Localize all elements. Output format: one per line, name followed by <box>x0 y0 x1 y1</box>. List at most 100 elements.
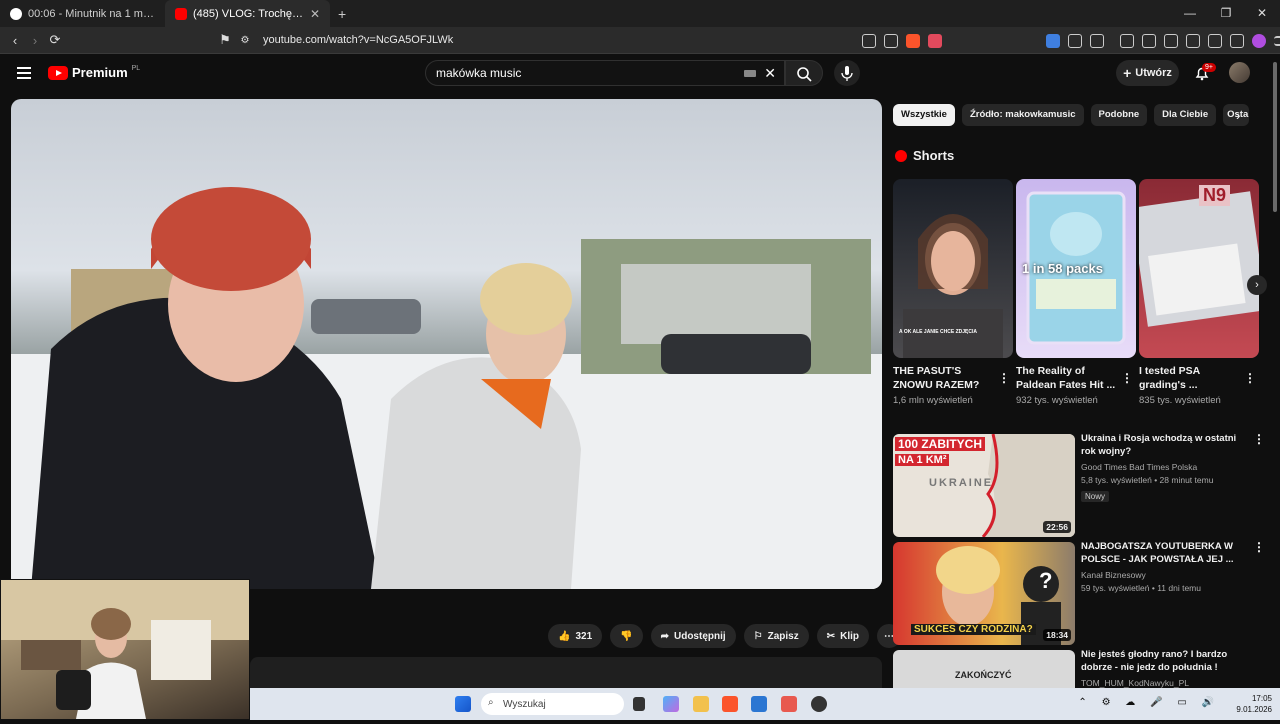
brave-browser-icon[interactable] <box>722 696 738 712</box>
reload-icon[interactable]: ⟳ <box>45 32 65 48</box>
tab-timer[interactable]: 00:06 - Minutnik na 1 minuta <box>0 0 165 27</box>
guide-menu-icon[interactable] <box>17 67 31 79</box>
store-icon[interactable] <box>751 696 767 712</box>
notification-count-badge: 9+ <box>1202 63 1216 72</box>
puzzle-icon[interactable] <box>1068 33 1082 48</box>
short-item[interactable]: N9 I tested PSA grading's ... 835 tys. w… <box>1139 179 1259 406</box>
system-tray[interactable]: ⌃ ⚙ ☁ 🎤 ▭ 🔊 <box>1078 697 1220 708</box>
dislike-button[interactable]: 👎 <box>610 624 643 648</box>
video-player[interactable] <box>11 99 882 589</box>
cast-icon[interactable] <box>862 33 876 48</box>
short-title[interactable]: The Reality of Paldean Fates Hit ... <box>1016 364 1136 392</box>
menu-icon[interactable] <box>1274 35 1280 46</box>
video-channel[interactable]: Kanał Biznesowy <box>1081 569 1251 581</box>
create-button[interactable]: + Utwórz <box>1116 60 1179 86</box>
screenshot-icon[interactable] <box>1090 33 1104 48</box>
file-explorer-icon[interactable] <box>693 696 709 712</box>
page-scrollbar[interactable] <box>1270 54 1280 688</box>
short-title[interactable]: THE PASUT'S ZNOWU RAZEM? <box>893 364 1013 392</box>
site-info-icon[interactable]: ⚙ <box>235 35 255 46</box>
short-thumbnail[interactable]: A OK ALE JANIE CHCE ZDJĘCIA <box>893 179 1013 358</box>
scissors-icon: ✂ <box>826 630 836 642</box>
music-icon[interactable] <box>1142 33 1156 48</box>
video-title[interactable]: Ukraina i Rosja wchodzą w ostatni rok wo… <box>1081 432 1251 458</box>
close-tab-icon[interactable]: ✕ <box>310 7 320 21</box>
video-thumbnail[interactable]: ZAKOŃCZYĆ <box>893 650 1075 690</box>
short-menu-icon[interactable]: ⋮ <box>1244 371 1256 385</box>
leo-ai-icon[interactable] <box>1208 33 1222 48</box>
chips-next-icon[interactable]: › <box>1236 108 1240 123</box>
tab-youtube-video[interactable]: (485) VLOG: Trochę SŁABO 😅 ✕ <box>165 0 330 27</box>
chip-source[interactable]: Źródło: makowkamusic <box>961 104 1084 126</box>
scrollbar-thumb[interactable] <box>1273 62 1277 212</box>
short-item[interactable]: A OK ALE JANIE CHCE ZDJĘCIA THE PASUT'S … <box>893 179 1013 406</box>
chip-related[interactable]: Podobne <box>1090 104 1148 126</box>
window-controls: — ❐ ✕ <box>1172 0 1280 27</box>
chip-all[interactable]: Wszystkie <box>893 104 955 126</box>
app-icon[interactable] <box>811 696 827 712</box>
search-button[interactable] <box>785 60 823 86</box>
youtube-header: Premium PL makówka music ✕ + Utwórz 9+ <box>0 54 1270 92</box>
search-input[interactable]: makówka music ✕ <box>425 60 785 86</box>
video-item[interactable]: 100 ZABITYCH NA 1 KM² UKRAINE 22:56 Ukra… <box>893 432 1265 537</box>
like-button[interactable]: 👍 321 <box>548 624 603 648</box>
keyboard-icon[interactable] <box>744 70 756 77</box>
task-view-icon[interactable] <box>633 697 645 711</box>
download-icon[interactable] <box>1120 33 1134 48</box>
save-label: Zapisz <box>767 630 799 642</box>
share-page-icon[interactable] <box>884 33 898 48</box>
video-title[interactable]: Nie jesteś głodny rano? I bardzo dobrze … <box>1081 650 1251 674</box>
restore-icon[interactable]: ❐ <box>1208 0 1244 27</box>
video-duration: 22:56 <box>1043 521 1071 533</box>
short-menu-icon[interactable]: ⋮ <box>998 371 1010 385</box>
brave-rewards-icon[interactable] <box>928 33 942 48</box>
share-button[interactable]: ➦ Udostępnij <box>650 624 736 648</box>
copilot-icon[interactable] <box>663 696 679 712</box>
taskbar-search[interactable]: ⌕ Wyszukaj <box>481 693 624 715</box>
back-icon[interactable]: ‹ <box>5 33 25 48</box>
brave-active-icon[interactable] <box>781 696 797 712</box>
video-menu-icon[interactable]: ⋮ <box>1253 540 1265 554</box>
bookmark-icon[interactable]: ⚑ <box>215 32 235 48</box>
chip-for-you[interactable]: Dla Ciebie <box>1154 104 1217 126</box>
video-channel[interactable]: Good Times Bad Times Polska <box>1081 461 1251 473</box>
extension-icon[interactable] <box>1046 33 1060 48</box>
shorts-next-button[interactable]: › <box>1247 275 1267 295</box>
video-thumbnail[interactable]: ? SUKCES CZY RODZINA? 18:34 <box>893 542 1075 645</box>
clear-search-icon[interactable]: ✕ <box>764 65 776 82</box>
video-item[interactable]: ? SUKCES CZY RODZINA? 18:34 NAJBOGATSZA … <box>893 540 1265 645</box>
video-meta: 59 tys. wyświetleń • 11 dni temu <box>1081 583 1201 593</box>
video-thumbnail[interactable]: 100 ZABITYCH NA 1 KM² UKRAINE 22:56 <box>893 434 1075 537</box>
wallet-icon[interactable] <box>1186 33 1200 48</box>
forward-icon[interactable]: › <box>25 33 45 48</box>
url-field[interactable]: youtube.com/watch?v=NcGA5OFJLWk <box>263 34 453 46</box>
save-button[interactable]: ⚐ Zapisz <box>743 624 809 648</box>
clip-button[interactable]: ✂ Klip <box>816 624 870 648</box>
profile-icon[interactable] <box>1252 33 1266 48</box>
short-title[interactable]: I tested PSA grading's ... <box>1139 364 1259 392</box>
minimize-icon[interactable]: — <box>1172 0 1208 27</box>
taskbar-clock[interactable]: 17:05 9.01.2026 <box>1236 693 1272 715</box>
vpn-icon[interactable] <box>1230 33 1244 48</box>
video-item[interactable]: ZAKOŃCZYĆ Nie jesteś głodny rano? I bard… <box>893 650 1251 690</box>
related-videos: 100 ZABITYCH NA 1 KM² UKRAINE 22:56 Ukra… <box>893 432 1265 695</box>
video-menu-icon[interactable]: ⋮ <box>1253 432 1265 446</box>
search-icon <box>797 67 812 82</box>
brave-shields-icon[interactable] <box>906 33 920 48</box>
new-tab-button[interactable]: + <box>330 6 354 22</box>
sidebar-icon[interactable] <box>1164 33 1178 48</box>
webcam-frame <box>1 580 249 719</box>
start-menu-icon[interactable] <box>455 696 471 712</box>
account-avatar[interactable] <box>1229 62 1250 83</box>
youtube-logo[interactable]: Premium PL <box>48 65 140 80</box>
video-title[interactable]: NAJBOGATSZA YOUTUBERKA W POLSCE - JAK PO… <box>1081 540 1251 566</box>
voice-search-button[interactable] <box>834 60 860 86</box>
short-views: 835 tys. wyświetleń <box>1139 395 1221 406</box>
short-thumbnail[interactable]: N9 <box>1139 179 1259 358</box>
short-item[interactable]: 1 in 58 packs The Reality of Paldean Fat… <box>1016 179 1136 406</box>
share-icon: ➦ <box>660 630 669 642</box>
short-thumbnail[interactable]: 1 in 58 packs <box>1016 179 1136 358</box>
close-window-icon[interactable]: ✕ <box>1244 0 1280 27</box>
short-menu-icon[interactable]: ⋮ <box>1121 371 1133 385</box>
region-code: PL <box>131 65 141 72</box>
